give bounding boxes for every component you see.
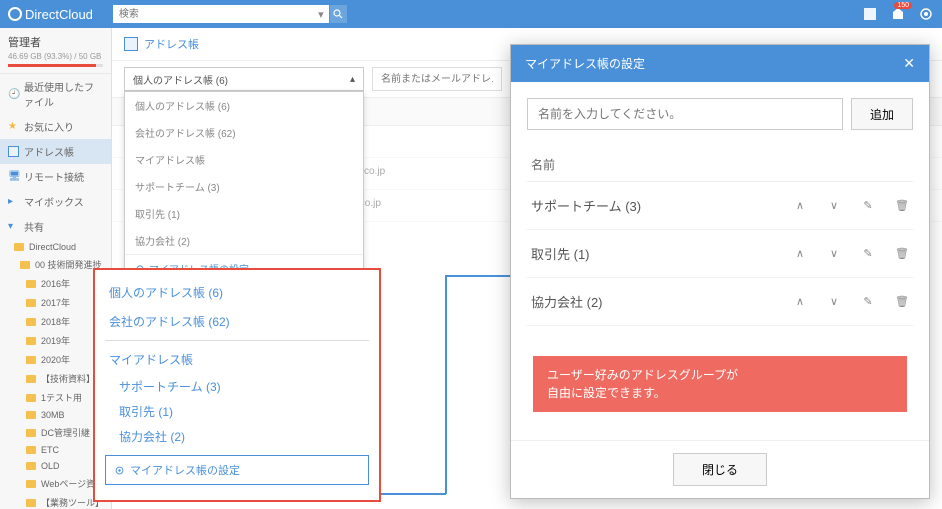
folder-icon <box>26 318 36 326</box>
dropdown-option[interactable]: 会社のアドレス帳 (62) <box>125 119 363 146</box>
dropdown-option[interactable]: 取引先 (1) <box>125 200 363 227</box>
edit-icon[interactable]: ✎ <box>861 295 875 308</box>
storage-quota: 46.69 GB (93.3%) / 50 GB <box>8 52 103 61</box>
sidebar-item-shared[interactable]: ▾共有 <box>0 214 111 239</box>
top-bar: DirectCloud ▾ 150 <box>0 0 942 28</box>
move-up-icon[interactable]: ∧ <box>793 247 807 260</box>
folder-icon <box>26 394 36 402</box>
sidebar-item-addressbook[interactable]: アドレス帳 <box>0 139 111 164</box>
annotation-panel: 個人のアドレス帳 (6) 会社のアドレス帳 (62) マイアドレス帳 サポートチ… <box>93 268 381 502</box>
folder-icon <box>26 299 36 307</box>
connector <box>445 275 447 494</box>
close-icon[interactable]: ✕ <box>903 55 915 72</box>
sidebar-item-remote[interactable]: 🖥リモート接続 <box>0 164 111 189</box>
group-row: 協力会社 (2)∧∨✎🗑 <box>527 278 913 326</box>
column-label: 名前 <box>527 148 913 182</box>
move-down-icon[interactable]: ∨ <box>827 247 841 260</box>
search-dropdown-icon[interactable]: ▾ <box>313 5 329 23</box>
dropdown-option[interactable]: マイアドレス帳 <box>125 146 363 173</box>
folder-icon <box>26 356 36 364</box>
move-down-icon[interactable]: ∨ <box>827 199 841 212</box>
logo-icon <box>8 7 22 21</box>
dropdown-option[interactable]: 個人のアドレス帳 (6) <box>125 92 363 119</box>
modal-header: マイアドレス帳の設定 ✕ <box>511 45 929 82</box>
folder-icon <box>14 243 24 251</box>
folder-icon <box>26 337 36 345</box>
anno-my-label: マイアドレス帳 <box>95 345 379 374</box>
dropdown-option[interactable]: サポートチーム (3) <box>125 173 363 200</box>
addressbook-icon <box>124 37 138 51</box>
anno-sub-item: サポートチーム (3) <box>95 374 379 399</box>
addressbook-selector[interactable]: 個人のアドレス帳 (6) ▴ 個人のアドレス帳 (6)会社のアドレス帳 (62)… <box>124 67 364 91</box>
app-name: DirectCloud <box>25 7 93 22</box>
breadcrumb-label: アドレス帳 <box>144 36 199 52</box>
folder-icon <box>20 261 30 269</box>
delete-icon[interactable]: 🗑 <box>895 247 909 260</box>
sidebar-user: 管理者 46.69 GB (93.3%) / 50 GB <box>0 28 111 74</box>
folder-icon <box>26 480 36 488</box>
close-button[interactable]: 閉じる <box>673 453 767 486</box>
folder-icon <box>26 446 36 454</box>
settings-icon[interactable] <box>918 6 934 22</box>
notification-icon[interactable]: 150 <box>890 6 906 22</box>
delete-icon[interactable]: 🗑 <box>895 295 909 308</box>
sidebar-item-recent[interactable]: 🕘最近使用したファイル <box>0 74 111 114</box>
contact-search-input[interactable] <box>372 67 502 91</box>
edit-icon[interactable]: ✎ <box>861 199 875 212</box>
move-up-icon[interactable]: ∧ <box>793 199 807 212</box>
move-up-icon[interactable]: ∧ <box>793 295 807 308</box>
anno-item: 会社のアドレス帳 (62) <box>95 307 379 336</box>
connector <box>381 493 446 495</box>
user-role: 管理者 <box>8 34 103 50</box>
anno-sub-item: 協力会社 (2) <box>95 424 379 449</box>
move-down-icon[interactable]: ∨ <box>827 295 841 308</box>
search-input[interactable] <box>113 5 313 23</box>
folder-icon <box>26 499 36 507</box>
dropdown-option[interactable]: 協力会社 (2) <box>125 227 363 254</box>
chevron-down-icon: ▴ <box>350 74 355 85</box>
search-button[interactable] <box>329 5 347 23</box>
selector-menu: 個人のアドレス帳 (6)会社のアドレス帳 (62)マイアドレス帳サポートチーム … <box>124 91 364 283</box>
connector <box>445 275 510 277</box>
group-name-input[interactable] <box>527 98 843 130</box>
settings-modal: マイアドレス帳の設定 ✕ 追加 名前 サポートチーム (3)∧∨✎🗑取引先 (1… <box>510 44 930 499</box>
gear-icon <box>114 465 125 476</box>
addressbook-icon <box>8 146 19 157</box>
folder-icon <box>26 429 36 437</box>
folder-icon <box>26 462 36 470</box>
folder-icon <box>26 280 36 288</box>
global-search: ▾ <box>113 5 347 23</box>
add-button[interactable]: 追加 <box>851 98 913 130</box>
modal-title: マイアドレス帳の設定 <box>525 55 645 72</box>
sidebar-item-mybox[interactable]: ▸マイボックス <box>0 189 111 214</box>
search-icon <box>333 9 343 19</box>
delete-icon[interactable]: 🗑 <box>895 199 909 212</box>
quota-bar <box>8 64 103 67</box>
anno-sub-item: 取引先 (1) <box>95 399 379 424</box>
folder-icon <box>26 411 36 419</box>
group-row: サポートチーム (3)∧∨✎🗑 <box>527 182 913 230</box>
app-logo: DirectCloud <box>8 7 93 22</box>
modal-note: ユーザー好みのアドレスグループが 自由に設定できます。 <box>533 356 907 412</box>
tree-item[interactable]: DirectCloud <box>6 239 111 255</box>
sidebar-item-favorites[interactable]: ★お気に入り <box>0 114 111 139</box>
anno-config: マイアドレス帳の設定 <box>105 455 369 485</box>
folder-icon <box>26 375 36 383</box>
group-row: 取引先 (1)∧∨✎🗑 <box>527 230 913 278</box>
anno-item: 個人のアドレス帳 (6) <box>95 278 379 307</box>
edit-icon[interactable]: ✎ <box>861 247 875 260</box>
app-icon[interactable] <box>862 6 878 22</box>
